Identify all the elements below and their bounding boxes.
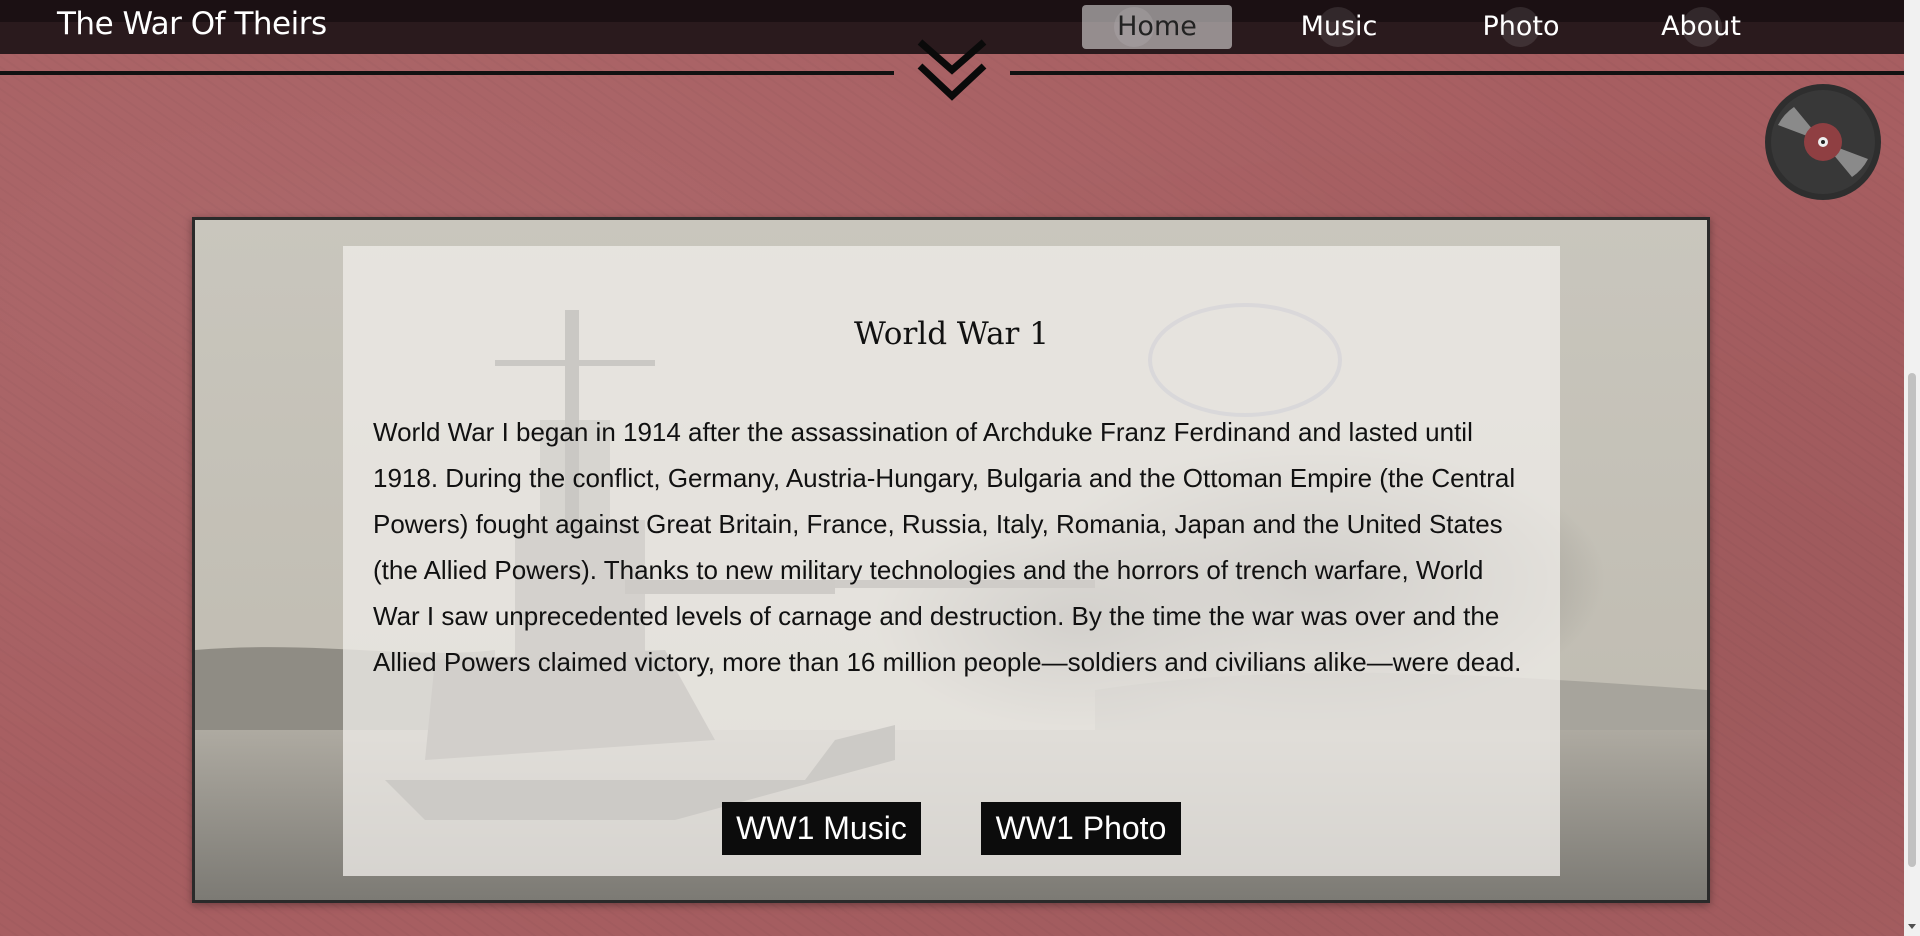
divider-line-left (0, 71, 894, 75)
vinyl-record-icon[interactable] (1764, 83, 1882, 201)
double-chevron-down-icon[interactable] (912, 38, 992, 108)
nav-photo[interactable]: Photo (1476, 5, 1566, 49)
nav-music[interactable]: Music (1292, 5, 1386, 49)
divider-line-right (1010, 71, 1904, 75)
card-title: World War 1 (854, 316, 1049, 352)
info-card: World War 1 World War I began in 1914 af… (343, 246, 1560, 876)
ww1-photo-button[interactable]: WW1 Photo (981, 802, 1181, 855)
site-title[interactable]: The War Of Theirs (57, 6, 327, 42)
nav-about[interactable]: About (1656, 5, 1746, 49)
card-body-text: World War I began in 1914 after the assa… (373, 417, 1522, 677)
nav-home[interactable]: Home (1082, 5, 1232, 49)
scroll-down-arrow-icon[interactable] (1908, 924, 1916, 929)
scrollbar-thumb[interactable] (1908, 373, 1916, 867)
ww1-music-button[interactable]: WW1 Music (722, 802, 921, 855)
